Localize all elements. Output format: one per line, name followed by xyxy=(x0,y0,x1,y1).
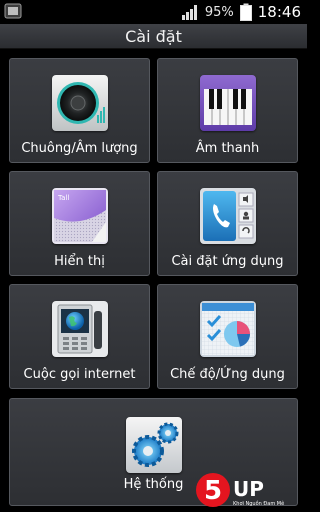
tile-label: Cuộc gọi internet xyxy=(23,367,136,382)
speaker-icon xyxy=(51,75,108,131)
battery-icon xyxy=(239,3,252,21)
page-title: Cài đặt xyxy=(0,24,307,49)
tile-internet-call[interactable]: Cuộc gọi internet xyxy=(9,284,150,389)
display-icon: Tall xyxy=(51,188,108,244)
tile-label: Chuông/Âm lượng xyxy=(21,141,138,156)
mode-apps-icon xyxy=(199,301,256,357)
tile-label: Âm thanh xyxy=(195,141,260,156)
tile-mode-apps[interactable]: Chế độ/Ứng dụng xyxy=(157,284,298,389)
gears-icon xyxy=(125,417,182,473)
tile-ringtone-volume[interactable]: Chuông/Âm lượng xyxy=(9,58,150,163)
svg-text:UP: UP xyxy=(233,477,264,501)
tile-label: Chế độ/Ứng dụng xyxy=(170,367,285,382)
notification-icon xyxy=(4,3,22,19)
signal-icon xyxy=(181,5,197,20)
clock: 18:46 xyxy=(257,3,301,21)
tile-label: Cài đặt ứng dụng xyxy=(171,254,284,269)
internet-call-icon xyxy=(51,301,108,357)
tile-display[interactable]: Tall Hiển thị xyxy=(9,171,150,276)
svg-text:5: 5 xyxy=(204,476,222,506)
svg-text:Tall: Tall xyxy=(57,194,69,202)
tile-sound[interactable]: Âm thanh xyxy=(157,58,298,163)
tile-app-settings[interactable]: Cài đặt ứng dụng xyxy=(157,171,298,276)
status-bar: 95% 18:46 xyxy=(0,0,307,24)
tile-label: Hiển thị xyxy=(54,254,105,269)
battery-percent: 95% xyxy=(204,4,234,20)
brand-logo: 5 UP Khơi Nguồn Đam Mê xyxy=(196,473,284,507)
piano-icon xyxy=(199,75,256,131)
svg-text:Khơi Nguồn Đam Mê: Khơi Nguồn Đam Mê xyxy=(233,499,284,507)
phone-settings-icon xyxy=(199,188,256,244)
